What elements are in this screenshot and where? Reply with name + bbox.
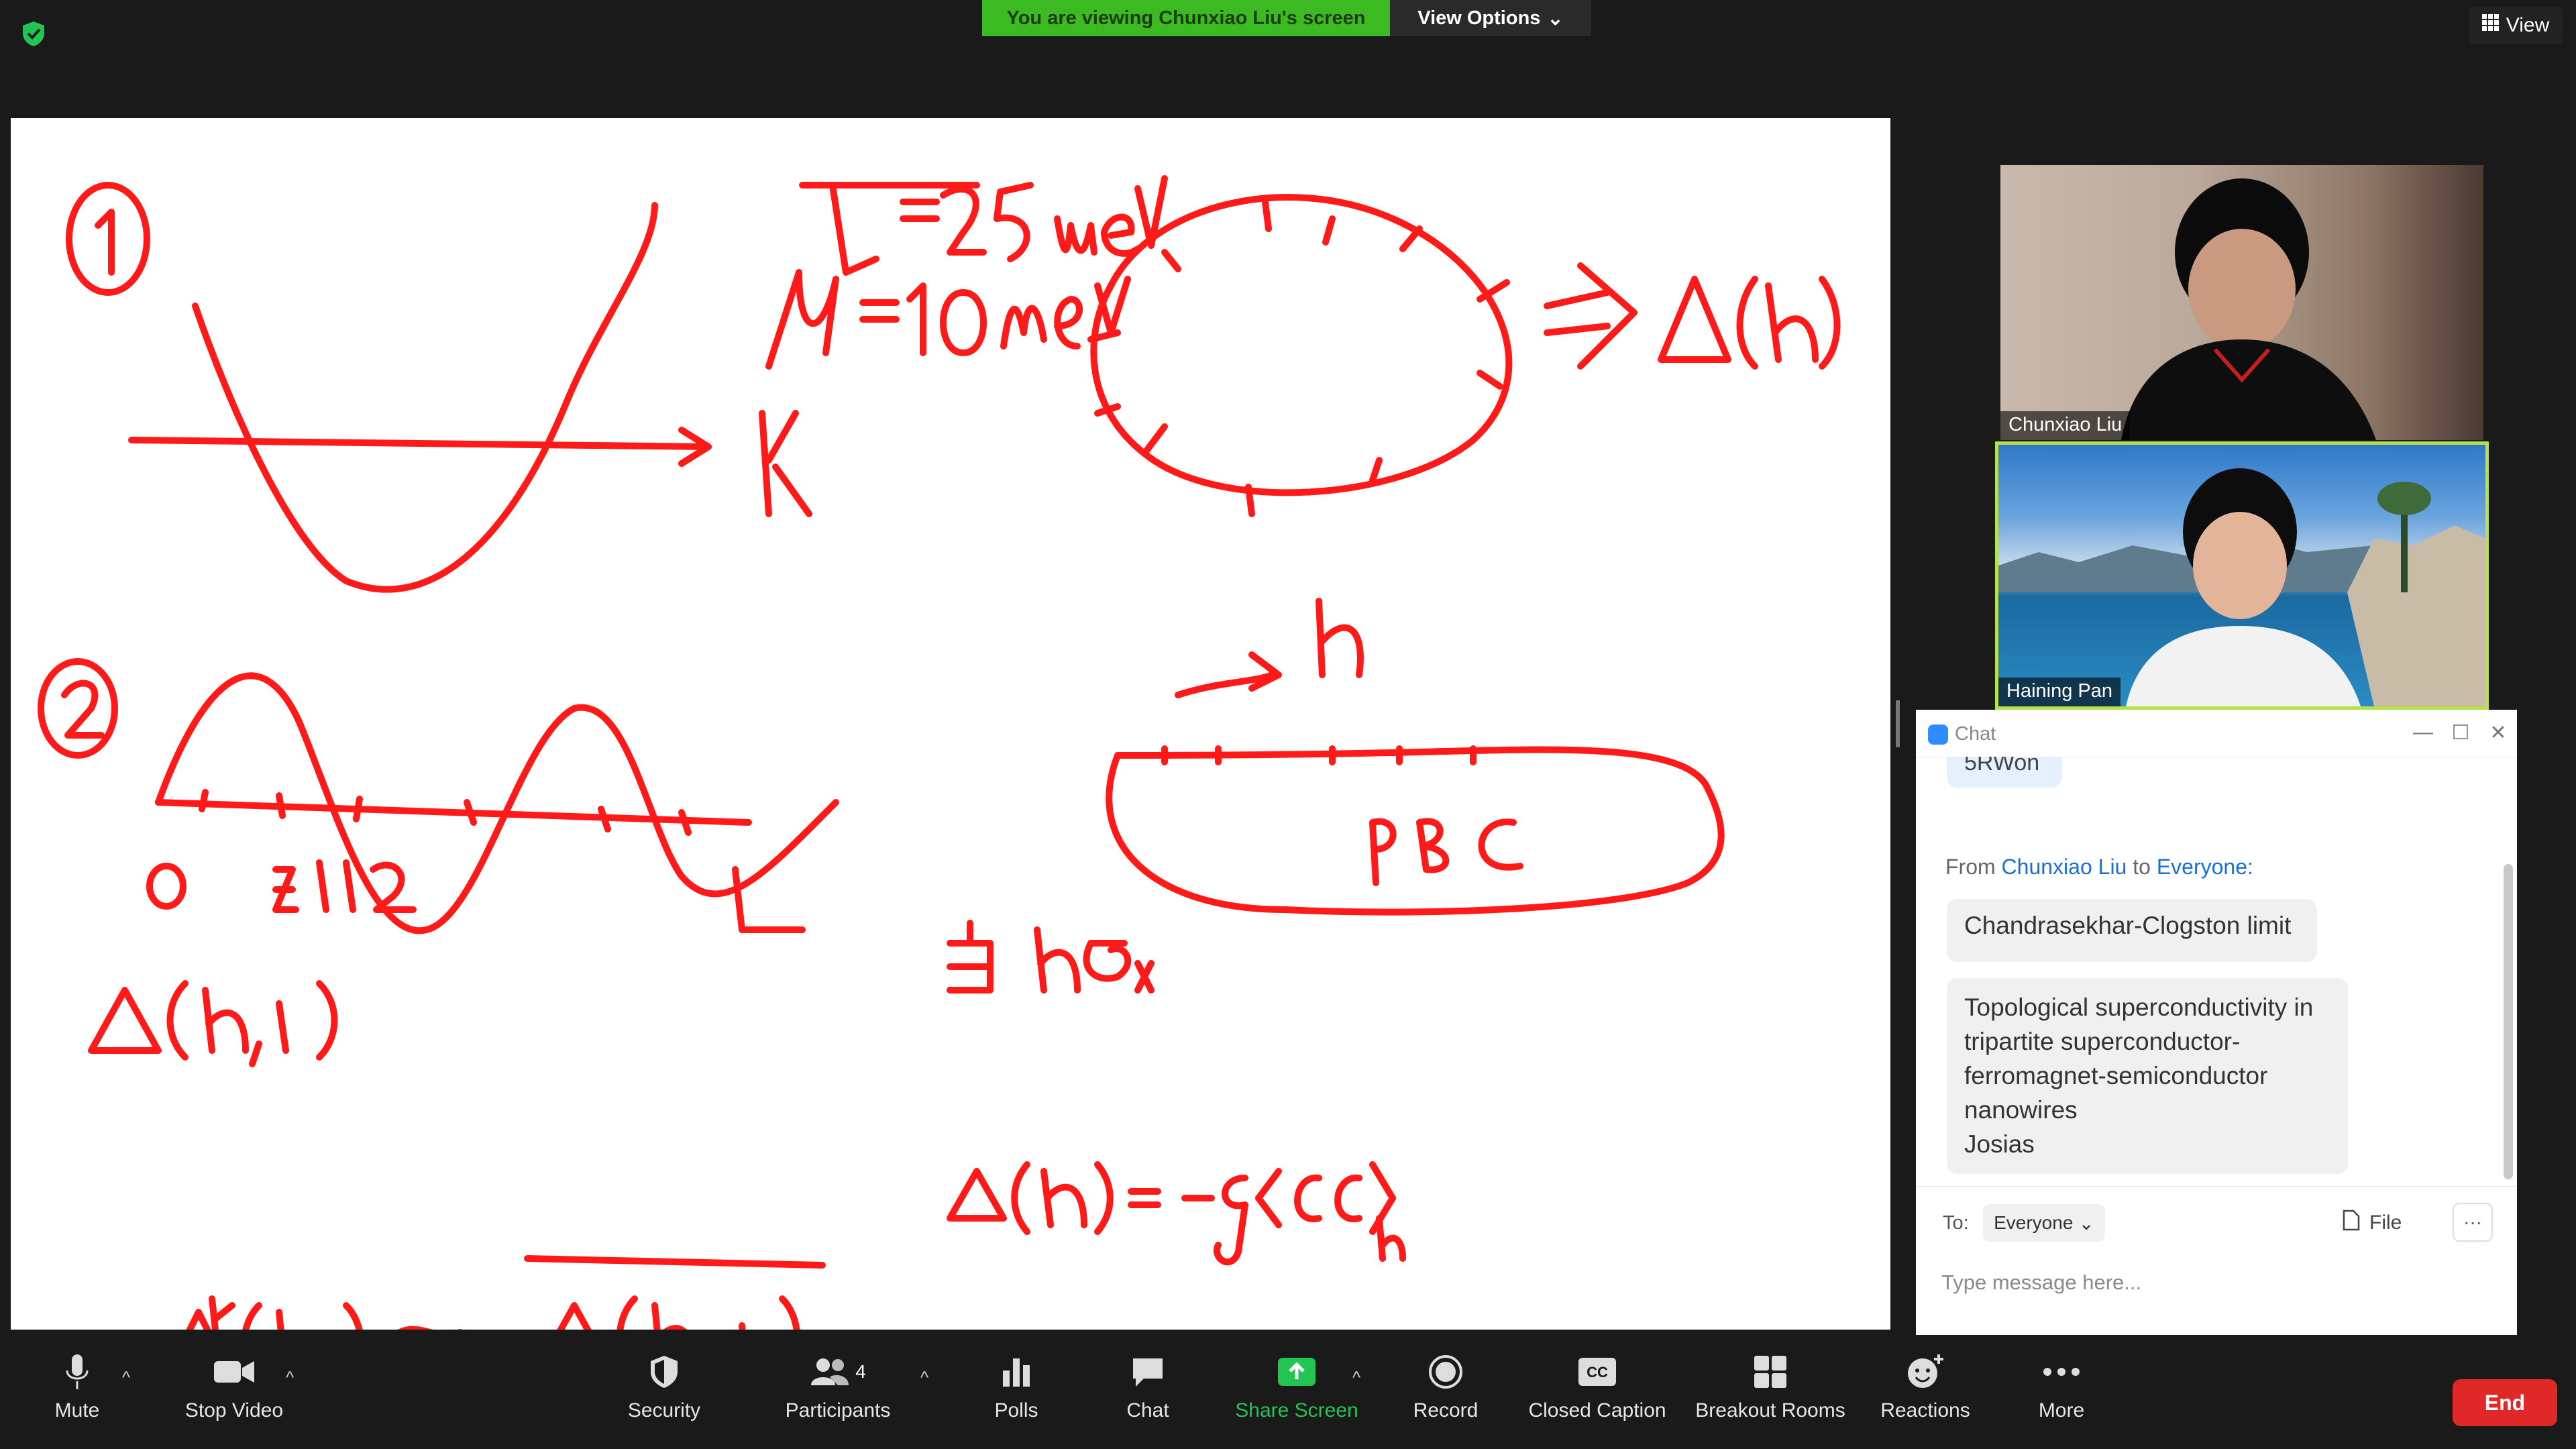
message-sender-line: From Chunxiao Liu to Everyone: <box>1945 855 2253 879</box>
share-screen-button[interactable]: Share Screen <box>1233 1348 1360 1442</box>
chat-title: Chat <box>1955 723 1996 745</box>
record-icon <box>1429 1355 1462 1389</box>
chat-label: Chat <box>1126 1399 1169 1421</box>
to-word: to <box>2133 855 2151 879</box>
chat-bubble-icon <box>1133 1358 1163 1387</box>
end-meeting-button[interactable]: End <box>2453 1379 2557 1426</box>
stop-video-button[interactable]: Stop Video <box>177 1348 291 1442</box>
video-options-caret[interactable]: ^ <box>286 1367 294 1388</box>
security-button[interactable]: Security <box>617 1348 711 1442</box>
share-options-caret[interactable]: ^ <box>1352 1367 1360 1388</box>
chevron-down-icon: ⌄ <box>2078 1212 2094 1234</box>
meeting-toolbar: Mute ^ Stop Video ^ Security 4 Participa… <box>0 1335 2576 1449</box>
audio-options-caret[interactable]: ^ <box>122 1367 130 1388</box>
to-label: To: <box>1943 1212 1969 1234</box>
view-options-button[interactable]: View Options ⌄ <box>1390 0 1591 36</box>
closed-caption-button[interactable]: CC Closed Caption <box>1527 1348 1668 1442</box>
grid-icon <box>2481 14 2500 37</box>
participants-count: 4 <box>855 1361 866 1382</box>
reactions-button[interactable]: Reactions <box>1878 1348 1972 1442</box>
chat-button[interactable]: Chat <box>1111 1348 1185 1442</box>
chevron-down-icon: ⌄ <box>1547 7 1564 30</box>
more-button[interactable]: More <box>2025 1348 2098 1442</box>
breakout-rooms-label: Breakout Rooms <box>1695 1399 1845 1421</box>
share-screen-icon <box>1278 1358 1316 1386</box>
maximize-icon[interactable]: ☐ <box>2447 719 2474 746</box>
video-tile-chunxiao-liu[interactable]: Chunxiao Liu <box>2000 165 2483 440</box>
split-view-drag-handle[interactable] <box>1896 700 1900 747</box>
stop-video-label: Stop Video <box>184 1399 284 1421</box>
from-prefix: From <box>1945 855 1996 879</box>
participants-icon <box>811 1358 849 1385</box>
shared-screen-whiteboard <box>11 118 1890 1389</box>
file-button[interactable]: File <box>2343 1204 2436 1242</box>
whiteboard-ink <box>38 175 1841 1389</box>
record-label: Record <box>1413 1399 1479 1421</box>
participants-label: Participants <box>785 1399 891 1421</box>
chat-message-bubble: Topological superconductivity in tripart… <box>1947 978 2348 1174</box>
chat-message-list[interactable]: 5RWon From Chunxiao Liu to Everyone: Cha… <box>1916 757 2517 1186</box>
participant-video-silhouette <box>2121 178 2376 440</box>
recipient-value: Everyone <box>1994 1212 2074 1233</box>
recipient-dropdown[interactable]: Everyone ⌄ <box>1983 1204 2105 1242</box>
message-input[interactable] <box>1940 1262 2493 1303</box>
polls-label: Polls <box>994 1399 1038 1421</box>
polls-button[interactable]: Polls <box>979 1348 1053 1442</box>
record-button[interactable]: Record <box>1409 1348 1483 1442</box>
reactions-label: Reactions <box>1880 1399 1970 1421</box>
closed-caption-label: Closed Caption <box>1528 1399 1666 1421</box>
breakout-rooms-icon <box>1754 1356 1786 1388</box>
shield-icon <box>651 1356 678 1388</box>
participant-name-tag: Chunxiao Liu <box>2000 411 2131 440</box>
file-label: File <box>2369 1212 2402 1234</box>
more-dots-icon <box>2043 1368 2080 1376</box>
participant-name-tag: Haining Pan <box>1998 678 2121 706</box>
closed-caption-icon: CC <box>1578 1358 1616 1386</box>
chat-message-bubble: 5RWon <box>1947 757 2062 788</box>
mute-label: Mute <box>54 1399 100 1421</box>
video-camera-icon <box>214 1361 254 1383</box>
participants-options-caret[interactable]: ^ <box>920 1367 928 1388</box>
reactions-smiley-icon <box>1908 1354 1943 1388</box>
breakout-rooms-button[interactable]: Breakout Rooms <box>1693 1348 1847 1442</box>
mute-button[interactable]: Mute <box>40 1348 114 1442</box>
security-label: Security <box>627 1399 701 1421</box>
participant-video-silhouette <box>1998 468 2485 706</box>
zoom-chat-icon <box>1928 724 1948 745</box>
viewing-screen-text: You are viewing Chunxiao Liu's screen <box>982 0 1390 36</box>
recipient-link[interactable]: Everyone: <box>2157 855 2253 879</box>
view-options-label: View Options <box>1417 7 1541 29</box>
chat-message-bubble: Chandrasekhar-Clogston limit <box>1947 899 2317 962</box>
microphone-icon <box>66 1354 89 1389</box>
polls-icon <box>1003 1358 1030 1387</box>
viewing-screen-banner: You are viewing Chunxiao Liu's screen <box>982 0 1390 36</box>
minimize-icon[interactable]: — <box>2410 719 2436 746</box>
view-layout-button[interactable]: View <box>2469 7 2563 44</box>
more-label: More <box>2038 1399 2085 1421</box>
chat-scrollbar[interactable] <box>2504 864 2513 1179</box>
svg-text:CC: CC <box>1587 1364 1608 1381</box>
participants-button[interactable]: 4 Participants <box>781 1348 895 1442</box>
encryption-shield-icon[interactable] <box>19 19 48 48</box>
chat-panel: Chat — ☐ ✕ 5RWon From Chunxiao Liu to Ev… <box>1916 710 2517 1347</box>
chat-composer: To: Everyone ⌄ File ··· <box>1916 1186 2517 1348</box>
file-icon <box>2343 1210 2360 1236</box>
more-options-icon[interactable]: ··· <box>2453 1203 2493 1242</box>
sender-name-link[interactable]: Chunxiao Liu <box>2002 855 2127 879</box>
video-tile-haining-pan[interactable]: Haining Pan <box>1995 441 2489 710</box>
share-screen-label: Share Screen <box>1235 1399 1358 1421</box>
view-label: View <box>2506 14 2550 36</box>
close-icon[interactable]: ✕ <box>2485 719 2512 746</box>
chat-header: Chat — ☐ ✕ <box>1916 710 2517 757</box>
